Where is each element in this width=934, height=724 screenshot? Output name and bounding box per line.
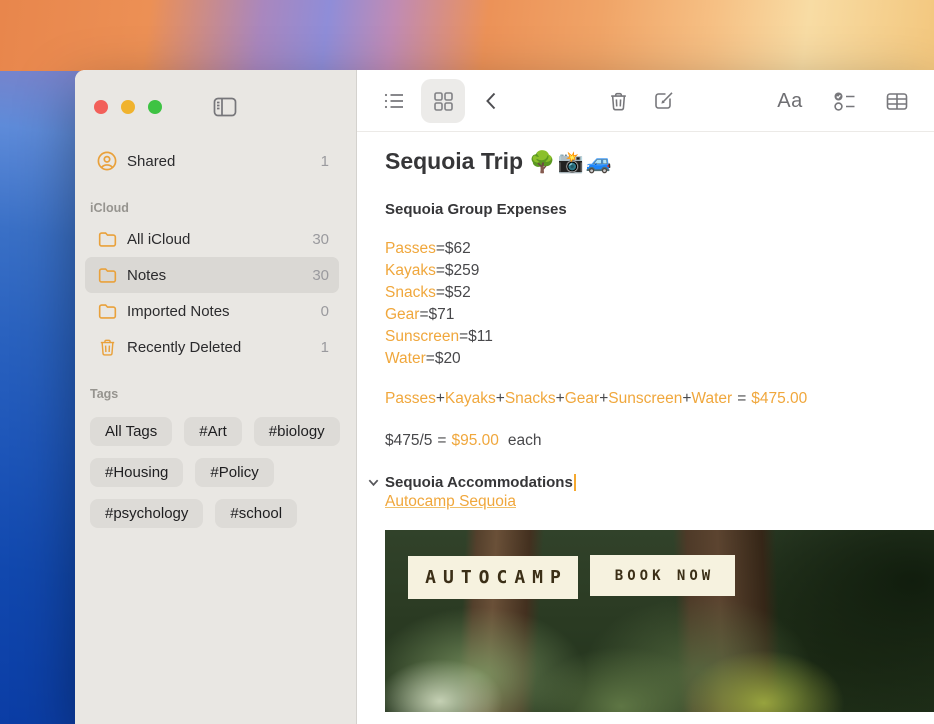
division-result: $95.00	[451, 432, 499, 449]
sidebar-item-count: 0	[320, 302, 329, 320]
tag-psychology[interactable]: #psychology	[90, 499, 204, 528]
sidebar: Shared 1 iCloud All iCloud 30 Notes 30 I…	[75, 70, 357, 724]
sidebar-item-shared[interactable]: Shared 1	[85, 143, 339, 179]
back-button[interactable]	[470, 79, 514, 123]
tag-school[interactable]: #school	[215, 499, 298, 528]
sidebar-section-tags: Tags	[90, 387, 119, 401]
sidebar-item-label: Recently Deleted	[127, 338, 242, 356]
sidebar-item-imported-notes[interactable]: Imported Notes 0	[85, 293, 339, 329]
sidebar-item-notes[interactable]: Notes 30	[85, 257, 339, 293]
autocamp-link[interactable]: Autocamp Sequoia	[385, 493, 516, 510]
attached-photo[interactable]: AUTOCAMP BOOK NOW	[385, 530, 934, 712]
folder-icon	[96, 264, 118, 286]
checklist-icon	[833, 90, 858, 113]
compose-icon	[652, 89, 676, 113]
tag-policy[interactable]: #Policy	[195, 458, 274, 487]
list-view-button[interactable]	[372, 79, 416, 123]
gallery-view-button[interactable]	[421, 79, 465, 123]
close-button[interactable]	[94, 100, 108, 114]
tag-art[interactable]: #Art	[184, 417, 242, 446]
expense-row: Sunscreen=$11	[385, 328, 493, 345]
expense-row: Gear=$71	[385, 306, 455, 323]
division-line: $475/5 = $95.00 each	[385, 432, 542, 449]
sidebar-item-label: Imported Notes	[127, 302, 230, 320]
sidebar-item-count: 1	[320, 152, 329, 170]
book-now-label: BOOK NOW	[590, 555, 735, 596]
table-icon	[885, 90, 909, 113]
toolbar: Aa	[357, 70, 934, 132]
notes-window: Shared 1 iCloud All iCloud 30 Notes 30 I…	[75, 70, 934, 724]
sidebar-item-label: Notes	[127, 266, 167, 284]
delete-note-button[interactable]	[596, 79, 640, 123]
expense-row: Kayaks=$259	[385, 262, 480, 279]
format-text-icon: Aa	[777, 89, 803, 112]
desktop: Shared 1 iCloud All iCloud 30 Notes 30 I…	[0, 0, 934, 724]
sidebar-item-label: All iCloud	[127, 230, 191, 248]
minimize-button[interactable]	[121, 100, 135, 114]
sidebar-toggle-icon	[212, 95, 238, 119]
wallpaper-top-band	[0, 0, 934, 71]
section-header-row: Sequoia Accommodations	[367, 474, 934, 491]
title-emojis: 🌳📸🚙	[529, 151, 614, 174]
folder-icon	[96, 300, 118, 322]
sidebar-toggle-button[interactable]	[211, 94, 239, 120]
sidebar-section-icloud: iCloud	[90, 201, 129, 215]
trash-icon	[96, 336, 118, 358]
section-title: Sequoia Accommodations	[385, 474, 573, 491]
sidebar-item-count: 30	[312, 266, 329, 284]
note-heading: Sequoia Group Expenses	[385, 201, 567, 218]
chevron-down-icon[interactable]	[367, 476, 385, 489]
folder-icon	[96, 228, 118, 250]
sidebar-item-all-icloud[interactable]: All iCloud 30	[85, 221, 339, 257]
expense-list: Passes=$62 Kayaks=$259 Snacks=$52 Gear=$…	[385, 238, 934, 370]
text-cursor	[573, 474, 577, 491]
expense-row: Passes=$62	[385, 240, 471, 257]
tag-housing[interactable]: #Housing	[90, 458, 184, 487]
note-pane: Aa Sequoia Trip 🌳📸🚙 Sequoia Group Expens…	[357, 70, 934, 724]
expense-row: Snacks=$52	[385, 284, 471, 301]
compose-button[interactable]	[642, 79, 686, 123]
sidebar-item-label: Shared	[127, 152, 176, 170]
checklist-button[interactable]	[823, 79, 867, 123]
gallery-view-icon	[432, 90, 455, 113]
sidebar-item-recently-deleted[interactable]: Recently Deleted 1	[85, 329, 339, 365]
trash-icon	[607, 90, 630, 113]
formula-line: Passes+Kayaks+Snacks+Gear+Sunscreen+Wate…	[385, 390, 808, 407]
chevron-left-icon	[482, 90, 502, 112]
format-button[interactable]: Aa	[768, 79, 812, 123]
zoom-button[interactable]	[148, 100, 162, 114]
tag-all-tags[interactable]: All Tags	[90, 417, 173, 446]
person-circle-icon	[96, 150, 118, 172]
note-editor[interactable]: Sequoia Trip 🌳📸🚙 Sequoia Group Expenses …	[357, 132, 934, 724]
window-controls	[75, 70, 356, 120]
expense-row: Water=$20	[385, 350, 461, 367]
tags-list: All Tags #Art #biology #Housing #Policy …	[90, 417, 342, 528]
tag-biology[interactable]: #biology	[253, 417, 340, 446]
formula-result: $475.00	[751, 390, 808, 407]
sidebar-item-count: 1	[320, 338, 329, 356]
list-view-icon	[382, 89, 406, 113]
note-title: Sequoia Trip 🌳📸🚙	[385, 148, 614, 174]
autocamp-logo: AUTOCAMP	[408, 556, 578, 599]
sidebar-item-count: 30	[312, 230, 329, 248]
table-button[interactable]	[875, 79, 919, 123]
